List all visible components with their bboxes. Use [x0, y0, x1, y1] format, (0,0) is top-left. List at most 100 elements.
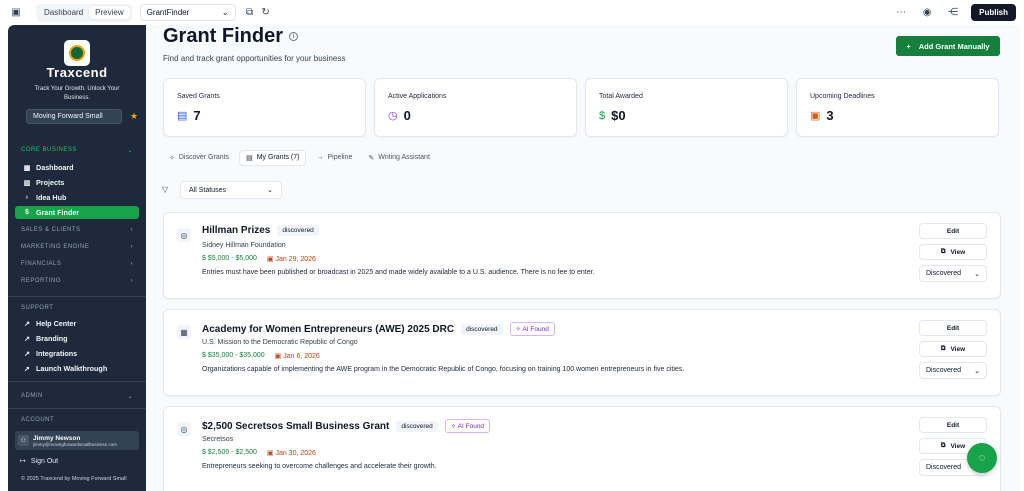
app-frame: Traxcend Track Your Growth. Unlock Your …	[8, 25, 1020, 491]
sidebar-item-help-center[interactable]: ↗ Help Center	[21, 317, 139, 330]
brand-tagline: Track Your Growth. Unlock Your Business.	[34, 86, 120, 101]
sidebar-item-projects[interactable]: ▥ Projects	[21, 176, 139, 189]
sidebar-item-grant-finder[interactable]: $ Grant Finder	[15, 206, 139, 219]
grant-status-value: Discovered	[926, 367, 962, 374]
add-grant-button[interactable]: + Add Grant Manually	[896, 36, 1000, 56]
grant-status-select[interactable]: Discovered ⌄	[919, 362, 987, 379]
more-icon[interactable]: ⋯	[893, 5, 909, 21]
sidebar-item-integrations[interactable]: ↗ Integrations	[21, 347, 139, 360]
grant-deadline-value: Jan 30, 2026	[275, 450, 316, 457]
star-icon[interactable]: ★	[130, 111, 138, 122]
chevron-down-icon: ⌄	[267, 187, 273, 194]
edit-button[interactable]: Edit	[919, 417, 987, 433]
folder-icon: ▥	[23, 179, 31, 187]
external-link-icon: ⧉	[940, 345, 946, 352]
edit-button[interactable]: Edit	[919, 223, 987, 239]
pen-icon: ✎	[368, 154, 375, 162]
section-label: REPORTING	[21, 278, 62, 284]
lightbulb-icon: ♁	[24, 194, 30, 201]
sidebar: Traxcend Track Your Growth. Unlock Your …	[8, 25, 146, 491]
clock-icon: ◷	[388, 110, 398, 122]
sidebar-item-label: Idea Hub	[36, 193, 67, 202]
sign-out-label: Sign Out	[30, 457, 59, 465]
grant-title[interactable]: Hillman Prizes	[202, 225, 270, 236]
sidebar-item-idea-hub[interactable]: ♁ Idea Hub	[21, 191, 139, 204]
tab-discover-grants[interactable]: ✧ Discover Grants	[163, 151, 235, 165]
chevron-down-icon: ⌄	[127, 148, 133, 154]
sidebar-toggle-icon[interactable]: ▣	[8, 5, 24, 21]
page-select-value: GrantFinder	[146, 8, 190, 17]
grant-amount-value: $35,000 - $35,000	[207, 352, 265, 359]
grant-tabs: ✧ Discover Grants ▤ My Grants (7) → Pipelin…	[163, 149, 436, 166]
view-mode-toggle: Dashboard Preview	[36, 3, 132, 22]
chat-button[interactable]: ◌	[967, 443, 997, 473]
grant-title[interactable]: $2,500 Secretsos Small Business Grant	[202, 421, 389, 432]
sign-out-link[interactable]: ↦ Sign Out	[20, 457, 59, 466]
grant-description: Entries must have been published or broa…	[202, 269, 595, 276]
calendar-icon: ▣	[274, 353, 284, 360]
view-label: View	[950, 248, 966, 256]
business-name: Moving Forward Small	[33, 113, 103, 120]
sidebar-item-label: Branding	[36, 334, 68, 343]
section-reporting[interactable]: REPORTING ›	[21, 278, 133, 284]
grant-status-select[interactable]: Discovered ⌄	[919, 265, 987, 282]
stat-card-saved-grants: Saved Grants ▤ 7	[163, 78, 366, 137]
sidebar-item-label: Integrations	[36, 349, 78, 358]
page-select[interactable]: GrantFinder ⌄	[139, 4, 236, 21]
github-icon[interactable]: ◉	[919, 5, 935, 21]
section-financials[interactable]: FINANCIALS ›	[21, 261, 133, 267]
tab-writing-assistant[interactable]: ✎ Writing Assistant	[362, 151, 436, 165]
grant-amount-value: $5,000 - $5,000	[207, 255, 257, 262]
section-label: CORE BUSINESS	[21, 147, 77, 153]
publish-button[interactable]: Publish	[971, 4, 1016, 21]
ai-badge-label: AI Found	[522, 326, 549, 333]
grant-title[interactable]: Academy for Women Entrepreneurs (AWE) 20…	[202, 324, 454, 335]
edit-button[interactable]: Edit	[919, 320, 987, 336]
sparkle-icon: ✧	[450, 423, 458, 430]
grant-organization: U.S. Mission to the Democratic Republic …	[202, 339, 358, 346]
stat-value: $0	[611, 108, 626, 123]
section-label: ADMIN	[21, 393, 43, 399]
section-admin[interactable]: ADMIN ⌄	[21, 393, 133, 400]
grant-organization: Sidney Hillman Foundation	[202, 242, 286, 249]
external-link-icon: ⧉	[940, 248, 946, 255]
view-button[interactable]: ⧉ View	[919, 341, 987, 357]
status-filter-select[interactable]: All Statuses ⌄	[180, 181, 282, 199]
grant-description: Organizations capable of implementing th…	[202, 366, 685, 373]
chevron-down-icon: ⌄	[221, 8, 229, 17]
sidebar-item-label: Help Center	[36, 319, 77, 328]
user-card[interactable]: ⚇ Jimmy Newson jimmy@movingforwardsmallb…	[15, 431, 139, 450]
section-sales[interactable]: SALES & CLIENTS ›	[21, 227, 133, 233]
editor-topbar: ▣ Dashboard Preview GrantFinder ⌄ ⧉ ↻ ⋯ …	[0, 0, 1024, 25]
grant-organization: Secretsos	[202, 436, 234, 443]
external-window-icon[interactable]: ⧉	[242, 5, 258, 21]
grant-deadline: ▣ Jan 6, 2026	[275, 352, 320, 360]
grant-card: ◎ Hillman Prizes discovered Sidney Hillm…	[163, 212, 1001, 299]
copyright: © 2025 Traxcend by Moving Forward Small	[21, 476, 127, 482]
chevron-right-icon: ›	[130, 278, 133, 284]
sidebar-item-dashboard[interactable]: ▦ Dashboard	[21, 161, 139, 174]
stat-card-active-applications: Active Applications ◷ 0	[374, 78, 577, 137]
section-core-business[interactable]: CORE BUSINESS ⌄	[21, 147, 133, 154]
share-icon[interactable]: ⋲	[945, 5, 961, 21]
tab-my-grants[interactable]: ▤ My Grants (7)	[239, 149, 307, 166]
tab-pipeline[interactable]: → Pipeline	[310, 151, 358, 164]
sidebar-item-launch-walkthrough[interactable]: ➚ Launch Walkthrough	[21, 362, 139, 375]
sidebar-item-branding[interactable]: ↗ Branding	[21, 332, 139, 345]
chevron-down-icon: ⌄	[974, 367, 980, 375]
tab-dashboard[interactable]: Dashboard	[38, 6, 89, 19]
business-selector[interactable]: Moving Forward Small	[26, 109, 122, 124]
section-account: ACCOUNT	[21, 417, 133, 423]
arrow-right-icon: →	[316, 154, 324, 161]
building-icon: ▦	[177, 325, 191, 339]
view-button[interactable]: ⧉ View	[919, 244, 987, 260]
info-icon[interactable]: i	[289, 32, 299, 41]
tab-preview[interactable]: Preview	[89, 6, 130, 19]
refresh-icon[interactable]: ↻	[258, 5, 274, 21]
section-marketing[interactable]: MARKETING ENGINE ›	[21, 244, 133, 250]
page-title-text: Grant Finder	[163, 25, 284, 47]
chevron-down-icon: ⌄	[127, 394, 133, 400]
tab-label: Pipeline	[327, 154, 353, 161]
grant-deadline-value: Jan 29, 2026	[275, 256, 316, 263]
chevron-right-icon: ›	[130, 227, 133, 233]
